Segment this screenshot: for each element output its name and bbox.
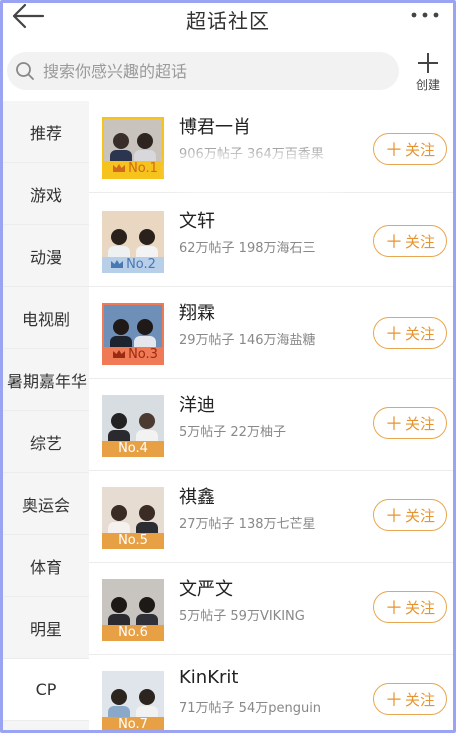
sidebar-item-summer-carnival[interactable]: 暑期嘉年华: [3, 349, 89, 411]
topic-name: 翔霖: [179, 303, 215, 324]
category-sidebar: 推荐 游戏 动漫 电视剧 暑期嘉年华 综艺 奥运会 体育 明星 CP: [3, 101, 89, 730]
crown-icon: [113, 164, 126, 172]
rank-badge: No.6: [102, 625, 164, 641]
plus-icon: ＋: [384, 414, 403, 435]
topic-stats: 62万帖子 198万海石三: [179, 241, 316, 256]
topic-stats: 27万帖子 138万七芒星: [179, 517, 316, 532]
topic-thumbnail: No.4: [102, 395, 164, 457]
plus-icon: ＋: [384, 690, 403, 711]
topic-name: 文严文: [179, 579, 233, 600]
follow-button[interactable]: ＋关注: [373, 407, 447, 439]
page-title: 超话社区: [186, 9, 270, 33]
list-item[interactable]: No.5 祺鑫 27万帖子 138万七芒星 ＋关注: [89, 471, 453, 563]
sidebar-item-celebrity[interactable]: 明星: [3, 597, 89, 659]
header: 超话社区: [3, 3, 453, 43]
more-options-icon[interactable]: [409, 9, 441, 21]
sidebar-item-recommend[interactable]: 推荐: [3, 101, 89, 163]
sidebar-item-anime[interactable]: 动漫: [3, 225, 89, 287]
topic-stats: 71万帖子 54万penguin: [179, 701, 322, 716]
topic-name: KinKrit: [179, 667, 239, 688]
topic-stats: 29万帖子 146万海盐糖: [179, 333, 316, 348]
list-item[interactable]: No.4 洋迪 5万帖子 22万柚子 ＋关注: [89, 379, 453, 471]
create-button[interactable]: 创建: [407, 51, 449, 97]
list-item[interactable]: No.3 翔霖 29万帖子 146万海盐糖 ＋关注: [89, 287, 453, 379]
list-item[interactable]: No.2 文轩 62万帖子 198万海石三 ＋关注: [89, 195, 453, 287]
rank-badge: No.1: [104, 161, 162, 177]
topic-name: 洋迪: [179, 395, 215, 416]
follow-button[interactable]: ＋关注: [373, 225, 447, 257]
search-bar[interactable]: [7, 52, 399, 90]
follow-button[interactable]: ＋关注: [373, 683, 447, 715]
topic-thumbnail: No.6: [102, 579, 164, 641]
plus-icon: ＋: [384, 232, 403, 253]
plus-icon: [418, 53, 438, 73]
sidebar-item-sports[interactable]: 体育: [3, 535, 89, 597]
follow-button[interactable]: ＋关注: [373, 317, 447, 349]
sidebar-item-olympics[interactable]: 奥运会: [3, 473, 89, 535]
crown-icon: [111, 260, 124, 268]
sidebar-item-tv-drama[interactable]: 电视剧: [3, 287, 89, 349]
topic-stats: 5万帖子 59万VIKING: [179, 609, 305, 624]
plus-icon: ＋: [384, 324, 403, 345]
blurred-area: [169, 151, 349, 191]
rank-badge: No.3: [104, 347, 162, 363]
rank-badge: No.7: [102, 717, 164, 730]
list-item[interactable]: No.6 文严文 5万帖子 59万VIKING ＋关注: [89, 563, 453, 655]
follow-button[interactable]: ＋关注: [373, 133, 447, 165]
search-icon: [16, 62, 34, 80]
list-item[interactable]: No.1 博君一肖 906万帖子 364万百香果 ＋关注: [89, 101, 453, 193]
plus-icon: ＋: [384, 506, 403, 527]
topic-name: 博君一肖: [179, 117, 251, 138]
supertopic-list: No.1 博君一肖 906万帖子 364万百香果 ＋关注 No.2 文轩 62万…: [89, 101, 453, 730]
topic-thumbnail: No.5: [102, 487, 164, 549]
plus-icon: ＋: [384, 598, 403, 619]
sidebar-item-variety[interactable]: 综艺: [3, 411, 89, 473]
plus-icon: ＋: [384, 140, 403, 161]
topic-thumbnail: No.1: [102, 117, 164, 179]
follow-button[interactable]: ＋关注: [373, 499, 447, 531]
rank-badge: No.4: [102, 441, 164, 457]
topic-stats: 5万帖子 22万柚子: [179, 425, 286, 440]
sidebar-item-games[interactable]: 游戏: [3, 163, 89, 225]
topic-name: 文轩: [179, 211, 215, 232]
topic-thumbnail: No.3: [102, 303, 164, 365]
app-frame: 超话社区 创建 推荐 游戏 动漫 电视剧 暑期嘉年华 综艺 奥运会 体育 明星 …: [0, 0, 456, 733]
crown-icon: [113, 350, 126, 358]
search-input[interactable]: [43, 52, 383, 90]
create-label: 创建: [415, 78, 440, 92]
list-item[interactable]: No.7 KinKrit 71万帖子 54万penguin ＋关注: [89, 655, 453, 730]
topic-thumbnail: No.2: [102, 211, 164, 273]
rank-badge: No.2: [102, 257, 164, 273]
topic-name: 祺鑫: [179, 487, 215, 508]
follow-button[interactable]: ＋关注: [373, 591, 447, 623]
topic-thumbnail: No.7: [102, 671, 164, 730]
rank-badge: No.5: [102, 533, 164, 549]
sidebar-item-cp[interactable]: CP: [3, 659, 89, 721]
